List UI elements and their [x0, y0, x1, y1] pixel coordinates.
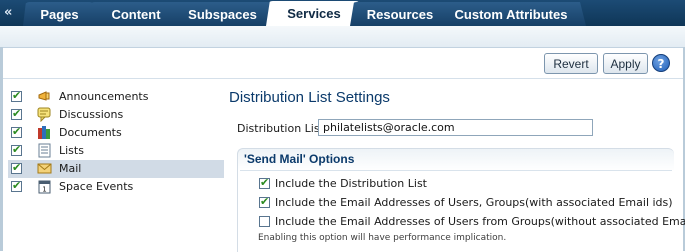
tab-resources[interactable]: Resources	[350, 2, 450, 26]
option-label: Include the Email Addresses of Users, Gr…	[275, 196, 673, 209]
service-item-documents[interactable]: ✔ Documents	[8, 124, 224, 142]
service-item-mail[interactable]: ✔ Mail	[8, 160, 224, 178]
check-icon: ✔	[260, 176, 270, 189]
option-label: Include the Distribution List	[275, 177, 427, 190]
section-divider	[240, 170, 672, 171]
tab-services[interactable]: Services	[266, 1, 362, 26]
sub-header	[0, 26, 685, 48]
service-item-discussions[interactable]: ✔ Discussions	[8, 106, 224, 124]
service-checkbox[interactable]: ✔	[11, 179, 22, 192]
documents-icon	[37, 125, 52, 140]
check-icon: ✔	[12, 161, 22, 174]
help-icon[interactable]: ?	[652, 54, 670, 72]
service-item-lists[interactable]: ✔ Lists	[8, 142, 224, 160]
check-icon: ✔	[12, 143, 22, 156]
service-label: Documents	[59, 126, 122, 139]
service-item-announcements[interactable]: ✔ Announcements	[8, 88, 224, 106]
check-icon: ✔	[12, 107, 22, 120]
collapse-icon[interactable]: «	[4, 5, 18, 21]
performance-note: Enabling this option will have performan…	[258, 233, 507, 243]
discussion-icon	[37, 107, 52, 123]
list-icon	[37, 143, 52, 158]
service-checkbox[interactable]: ✔	[11, 125, 22, 138]
service-label: Discussions	[59, 108, 124, 121]
service-checkbox[interactable]: ✔	[11, 89, 22, 102]
check-icon: ✔	[260, 195, 270, 208]
tab-custom-attributes[interactable]: Custom Attributes	[436, 2, 586, 26]
apply-button[interactable]: Apply	[603, 53, 648, 74]
check-icon: ✔	[12, 179, 22, 192]
service-checkbox[interactable]: ✔	[11, 161, 22, 174]
tab-content[interactable]: Content	[88, 2, 184, 26]
service-label: Mail	[59, 162, 82, 175]
check-icon: ✔	[12, 125, 22, 138]
megaphone-icon	[37, 89, 52, 104]
option-label: Include the Email Addresses of Users fro…	[275, 215, 685, 228]
service-label: Lists	[59, 144, 84, 157]
distribution-list-label: Distribution List	[237, 122, 324, 135]
tab-subspaces[interactable]: Subspaces	[171, 2, 274, 26]
page-title: Distribution List Settings	[229, 89, 390, 106]
service-checkbox[interactable]: ✔	[11, 107, 22, 120]
service-item-space-events[interactable]: ✔ 1 Space Events	[8, 178, 224, 196]
option-checkbox[interactable]: ✔	[259, 195, 270, 208]
service-checkbox[interactable]: ✔	[11, 143, 22, 156]
section-title: 'Send Mail' Options	[244, 152, 355, 166]
option-checkbox[interactable]: ✔	[259, 176, 270, 189]
service-label: Space Events	[59, 180, 134, 193]
tab-pages[interactable]: Pages	[23, 2, 96, 26]
check-icon: ✔	[12, 89, 22, 102]
option-checkbox[interactable]	[259, 216, 270, 227]
service-label: Announcements	[59, 90, 149, 103]
calendar-icon: 1	[37, 179, 52, 194]
svg-text:1: 1	[42, 186, 46, 194]
toolbar-divider	[3, 78, 683, 79]
tab-bar: « Pages Content Subspaces Services Resou…	[0, 0, 685, 26]
distribution-list-input[interactable]	[318, 119, 593, 136]
revert-button[interactable]: Revert	[544, 53, 598, 74]
mail-icon	[37, 161, 52, 176]
